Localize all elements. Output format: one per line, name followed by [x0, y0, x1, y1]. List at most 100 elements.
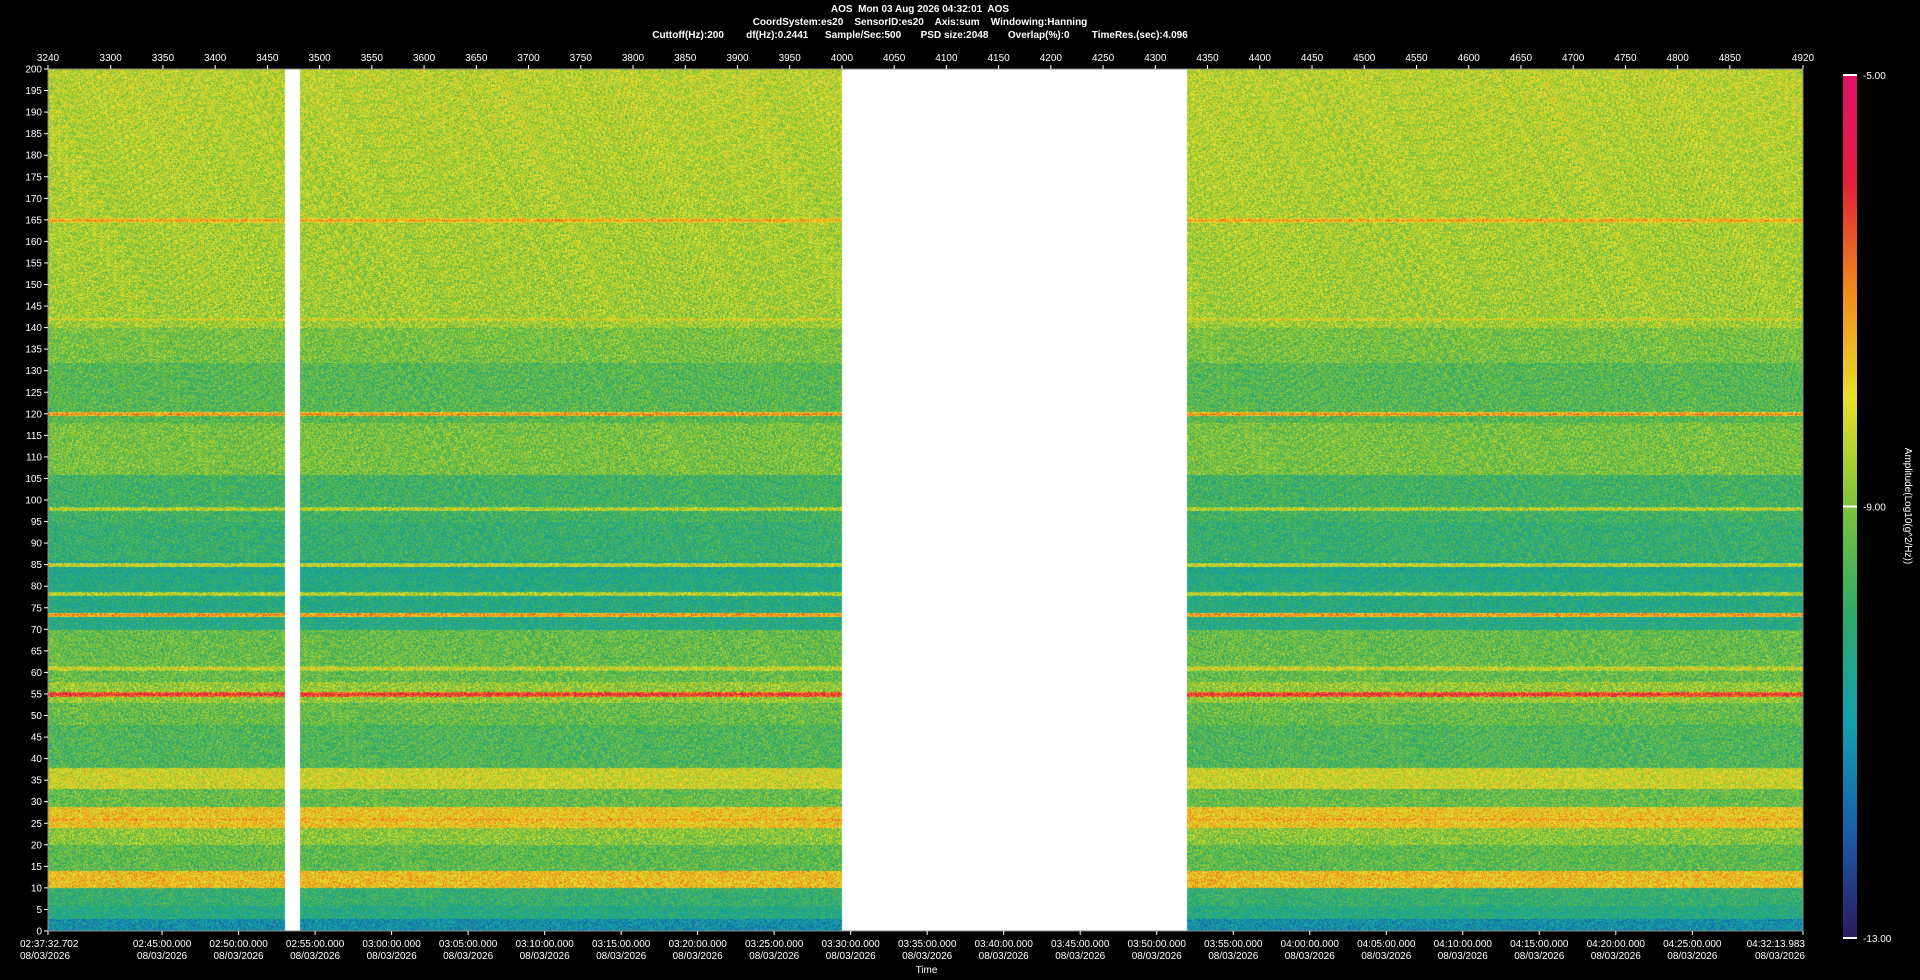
- top-x-tick-label: 3700: [517, 53, 540, 64]
- time-tick-label: 02:45:00.000: [133, 939, 192, 950]
- date-tick-label: 08/03/2026: [1055, 951, 1105, 962]
- y-tick-label: 180: [25, 151, 42, 162]
- date-tick-label: 08/03/2026: [979, 951, 1029, 962]
- top-x-tick-label: 3450: [256, 53, 279, 64]
- date-tick-label: 08/03/2026: [902, 951, 952, 962]
- time-tick-label: 03:00:00.000: [362, 939, 421, 950]
- time-tick-label: 03:45:00.000: [1051, 939, 1110, 950]
- top-x-tick-label: 3800: [622, 53, 645, 64]
- y-tick-label: 175: [25, 172, 42, 183]
- y-tick-label: 10: [31, 883, 43, 894]
- date-tick-label: 08/03/2026: [1208, 951, 1258, 962]
- spectrogram-figure: 0 5 10 15 20 25 30 35 40 45 50 55 60 65 70 75 80 85 90 95 10…: [0, 0, 1920, 980]
- y-tick-label: 165: [25, 215, 42, 226]
- time-tick-label: 03:10:00.000: [515, 939, 574, 950]
- y-tick-label: 70: [31, 625, 43, 636]
- colorbar-tick-label: -5.00: [1863, 71, 1886, 82]
- y-tick-label: 50: [31, 711, 43, 722]
- time-tick-label: 04:00:00.000: [1281, 939, 1340, 950]
- y-tick-label: 105: [25, 474, 42, 485]
- y-tick-label: 200: [25, 65, 42, 76]
- time-tick-label: 03:35:00.000: [898, 939, 957, 950]
- date-tick-label: 08/03/2026: [596, 951, 646, 962]
- colorbar-title: Amplitude(Log10(g^2/Hz)): [1902, 448, 1913, 564]
- top-x-tick-label: 4400: [1249, 53, 1272, 64]
- y-tick-label: 45: [31, 733, 43, 744]
- top-x-tick-label: 4000: [831, 53, 854, 64]
- date-tick-label: 08/03/2026: [520, 951, 570, 962]
- date-tick-label: 08/03/2026: [1755, 951, 1805, 962]
- top-x-tick-label: 4800: [1667, 53, 1690, 64]
- y-tick-label: 155: [25, 258, 42, 269]
- time-tick-label: 02:50:00.000: [209, 939, 268, 950]
- top-x-tick-label: 4350: [1196, 53, 1219, 64]
- top-x-tick-label: 3900: [726, 53, 749, 64]
- plot-frame: [47, 68, 1804, 932]
- y-tick-label: 85: [31, 560, 43, 571]
- time-tick-label: 04:15:00.000: [1510, 939, 1569, 950]
- y-tick-label: 60: [31, 668, 43, 679]
- top-x-tick-label: 3350: [152, 53, 175, 64]
- top-x-tick-label: 4750: [1614, 53, 1637, 64]
- top-x-tick-label: 3950: [779, 53, 802, 64]
- time-tick-label: 02:37:32.702: [20, 939, 79, 950]
- top-x-tick-label: 4550: [1405, 53, 1428, 64]
- top-x-tick-label: 4700: [1562, 53, 1585, 64]
- date-tick-label: 08/03/2026: [137, 951, 187, 962]
- y-tick-label: 0: [36, 927, 42, 938]
- top-x-tick-label: 3850: [674, 53, 697, 64]
- time-tick-label: 04:20:00.000: [1587, 939, 1646, 950]
- y-tick-label: 110: [26, 452, 42, 463]
- top-x-tick-label: 3300: [100, 53, 123, 64]
- top-x-tick-label: 3240: [37, 53, 60, 64]
- top-x-tick-label: 4920: [1792, 53, 1815, 64]
- top-x-tick-label: 3550: [361, 53, 384, 64]
- y-tick-label: 35: [31, 776, 43, 787]
- top-x-tick-label: 4450: [1301, 53, 1324, 64]
- top-x-tick-label: 3600: [413, 53, 436, 64]
- top-x-tick-label: 4200: [1040, 53, 1063, 64]
- y-tick-label: 190: [25, 108, 42, 119]
- date-tick-label: 08/03/2026: [826, 951, 876, 962]
- date-tick-label: 08/03/2026: [749, 951, 799, 962]
- time-tick-label: 03:30:00.000: [821, 939, 880, 950]
- time-tick-label: 03:50:00.000: [1128, 939, 1187, 950]
- y-tick-label: 30: [31, 797, 43, 808]
- date-tick-label: 08/03/2026: [1591, 951, 1641, 962]
- top-x-tick-label: 4150: [988, 53, 1011, 64]
- date-tick-label: 08/03/2026: [214, 951, 264, 962]
- y-tick-label: 25: [31, 819, 43, 830]
- y-tick-label: 140: [25, 323, 42, 334]
- y-tick-label: 65: [31, 646, 43, 657]
- top-x-tick-label: 4600: [1458, 53, 1481, 64]
- top-x-tick-label: 4100: [935, 53, 958, 64]
- date-tick-label: 08/03/2026: [673, 951, 723, 962]
- time-tick-label: 03:40:00.000: [975, 939, 1034, 950]
- date-tick-label: 08/03/2026: [20, 951, 70, 962]
- y-tick-label: 90: [31, 539, 43, 550]
- date-tick-label: 08/03/2026: [443, 951, 493, 962]
- date-tick-label: 08/03/2026: [1667, 951, 1717, 962]
- y-tick-label: 170: [25, 194, 42, 205]
- x-axis-title: Time: [916, 965, 938, 976]
- top-x-tick-label: 3400: [204, 53, 227, 64]
- y-tick-label: 55: [31, 689, 43, 700]
- top-x-tick-label: 3500: [308, 53, 331, 64]
- date-tick-label: 08/03/2026: [1132, 951, 1182, 962]
- y-tick-label: 75: [31, 603, 43, 614]
- y-tick-label: 130: [25, 366, 42, 377]
- y-tick-label: 145: [25, 302, 42, 313]
- time-tick-label: 04:10:00.000: [1434, 939, 1493, 950]
- date-tick-label: 08/03/2026: [367, 951, 417, 962]
- y-tick-label: 185: [25, 129, 42, 140]
- time-tick-label: 04:25:00.000: [1663, 939, 1722, 950]
- top-x-tick-label: 3650: [465, 53, 488, 64]
- date-tick-label: 08/03/2026: [1285, 951, 1335, 962]
- top-x-tick-label: 4300: [1144, 53, 1167, 64]
- top-x-tick-label: 4850: [1719, 53, 1742, 64]
- top-x-tick-label: 3750: [570, 53, 593, 64]
- time-tick-label: 04:32:13.983: [1747, 939, 1806, 950]
- y-tick-label: 15: [31, 862, 43, 873]
- time-tick-label: 02:55:00.000: [286, 939, 345, 950]
- y-tick-label: 95: [31, 517, 43, 528]
